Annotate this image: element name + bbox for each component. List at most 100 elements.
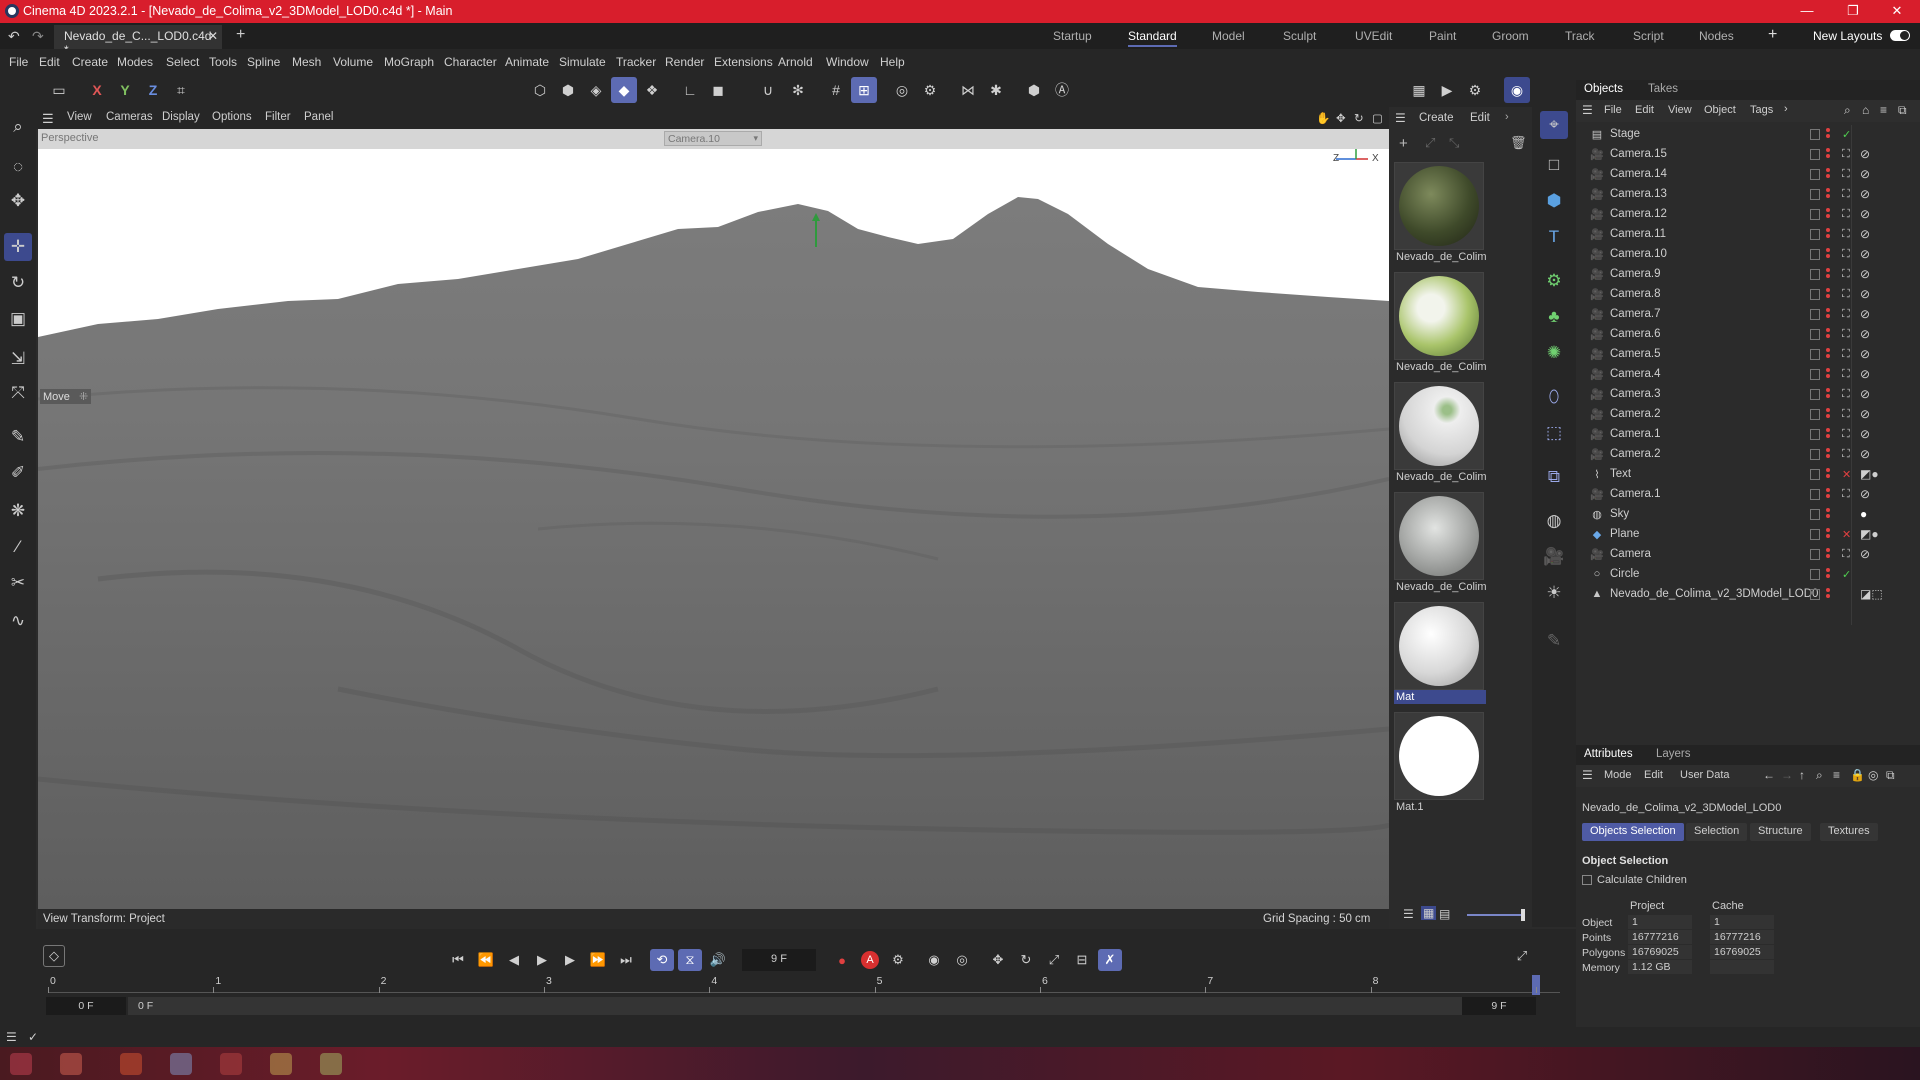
material-tag-icon[interactable]: ◩● <box>1860 527 1879 541</box>
protection-tag-icon[interactable]: ⊘ <box>1860 547 1870 561</box>
pan-view-icon[interactable]: ✋ <box>1316 111 1330 125</box>
axis-z-lock[interactable]: Z <box>140 77 166 103</box>
protection-tag-icon[interactable]: ⊘ <box>1860 287 1870 301</box>
layer-checkbox[interactable] <box>1810 529 1820 540</box>
render-view-icon[interactable]: ▦ <box>1406 77 1432 103</box>
target-icon[interactable]: ⛶ <box>1842 548 1850 561</box>
add-layout-icon[interactable]: + <box>1768 26 1777 44</box>
material-more-icon[interactable]: › <box>1505 111 1509 123</box>
target-icon[interactable]: ⛶ <box>1842 208 1850 221</box>
object-row[interactable]: ▤ Stage ✓ <box>1576 125 1920 145</box>
object-name[interactable]: Camera.11 <box>1610 228 1666 240</box>
menu-character[interactable]: Character <box>444 55 497 69</box>
target-icon[interactable]: ⛶ <box>1842 388 1850 401</box>
layer-checkbox[interactable] <box>1810 429 1820 440</box>
visibility-dots[interactable] <box>1826 248 1830 261</box>
protection-tag-icon[interactable]: ⊘ <box>1860 447 1870 461</box>
new-layouts-button[interactable]: New Layouts <box>1813 29 1882 43</box>
scale-tool-icon[interactable]: ▣ <box>4 305 32 333</box>
visibility-dots[interactable] <box>1826 228 1830 241</box>
target-icon[interactable]: ⛶ <box>1842 268 1850 281</box>
object-row[interactable]: 🎥 Camera.4 ⛶ ⊘ <box>1576 365 1920 385</box>
object-row[interactable]: 🎥 Camera.3 ⛶ ⊘ <box>1576 385 1920 405</box>
generator-icon[interactable]: ⚙ <box>1540 267 1568 295</box>
home-icon[interactable]: ⌂ <box>1862 103 1869 117</box>
go-to-start-icon[interactable]: ⏮ <box>446 949 470 971</box>
object-row[interactable]: ▲ Nevado_de_Colima_v2_3DModel_LOD0 ◪⬚ <box>1576 585 1920 605</box>
previous-key-icon[interactable]: ⏪ <box>474 949 498 971</box>
object-row[interactable]: ◆ Plane ✕ ◩● <box>1576 525 1920 545</box>
subtab-objects-selection[interactable]: Objects Selection <box>1582 823 1684 841</box>
menu-volume[interactable]: Volume <box>333 55 373 69</box>
object-name[interactable]: Camera.6 <box>1610 328 1661 340</box>
material-swatch[interactable]: Nevado_de_Colim <box>1394 492 1486 596</box>
object-row[interactable]: 🎥 Camera.1 ⛶ ⊘ <box>1576 425 1920 445</box>
layer-checkbox[interactable] <box>1810 149 1820 160</box>
viewport-menu-panel[interactable]: Panel <box>304 111 333 123</box>
calculate-children-checkbox[interactable] <box>1582 875 1592 885</box>
visibility-dots[interactable] <box>1826 528 1830 541</box>
subtab-structure[interactable]: Structure <box>1750 823 1811 841</box>
protection-tag-icon[interactable]: ⊘ <box>1860 407 1870 421</box>
menu-arnold[interactable]: Arnold <box>778 55 813 69</box>
render-settings-icon[interactable]: ⚙ <box>917 77 943 103</box>
layout-tab-standard[interactable]: Standard <box>1128 29 1177 47</box>
menu-mesh[interactable]: Mesh <box>292 55 321 69</box>
object-name[interactable]: Camera.1 <box>1610 488 1661 500</box>
texture-mode-icon[interactable]: ❖ <box>639 77 665 103</box>
object-row[interactable]: 🎥 Camera ⛶ ⊘ <box>1576 545 1920 565</box>
visibility-dots[interactable] <box>1826 548 1830 561</box>
object-row[interactable]: 🎥 Camera.10 ⛶ ⊘ <box>1576 245 1920 265</box>
phong-tag-icon[interactable]: ◪⬚ <box>1860 587 1883 601</box>
layout-tab-paint[interactable]: Paint <box>1429 29 1456 43</box>
target-icon[interactable]: ⛶ <box>1842 428 1850 441</box>
back-arrow-icon[interactable]: ← <box>1763 768 1775 782</box>
delete-material-icon[interactable]: 🗑 <box>1510 135 1527 151</box>
maximize-view-icon[interactable]: ▢ <box>1372 111 1383 125</box>
material-swatch[interactable]: Mat <box>1394 602 1486 706</box>
object-row[interactable]: 🎥 Camera.1 ⛶ ⊘ <box>1576 485 1920 505</box>
disabled-x-icon[interactable]: ✕ <box>1842 468 1851 481</box>
object-row[interactable]: 🎥 Camera.15 ⛶ ⊘ <box>1576 145 1920 165</box>
layer-checkbox[interactable] <box>1810 229 1820 240</box>
sky-material-tag-icon[interactable]: ● <box>1860 507 1867 521</box>
menu-modes[interactable]: Modes <box>117 55 153 69</box>
layer-checkbox[interactable] <box>1810 349 1820 360</box>
material-swatch[interactable]: Nevado_de_Colim <box>1394 272 1486 376</box>
layout-tab-uvedit[interactable]: UVEdit <box>1355 29 1392 43</box>
attribute-menu-edit[interactable]: Edit <box>1644 769 1663 781</box>
visibility-dots[interactable] <box>1826 268 1830 281</box>
filter-icon[interactable]: ≡ <box>1880 103 1887 117</box>
protection-tag-icon[interactable]: ⊘ <box>1860 327 1870 341</box>
menu-edit[interactable]: Edit <box>39 55 60 69</box>
sketch-tool-icon[interactable]: ✐ <box>4 459 32 487</box>
viewport-menu-options[interactable]: Options <box>212 111 252 123</box>
model-mode-icon[interactable]: ◆ <box>611 77 637 103</box>
tracer-icon[interactable]: ⧉ <box>1540 463 1568 491</box>
viewport-menu-filter[interactable]: Filter <box>265 111 291 123</box>
attribute-menu-mode[interactable]: Mode <box>1604 769 1632 781</box>
magnet-snap-icon[interactable]: ∪ <box>755 77 781 103</box>
protection-tag-icon[interactable]: ⊘ <box>1860 427 1870 441</box>
object-name[interactable]: Camera.10 <box>1610 248 1667 260</box>
layout-toggle[interactable] <box>1890 30 1910 41</box>
protection-tag-icon[interactable]: ⊘ <box>1860 167 1870 181</box>
target-icon[interactable]: ⛶ <box>1842 228 1850 241</box>
target-icon[interactable]: ⛶ <box>1842 308 1850 321</box>
clapboard-icon[interactable]: ▭ <box>46 77 72 103</box>
enabled-check-icon[interactable]: ✓ <box>1842 128 1851 141</box>
visibility-dots[interactable] <box>1826 508 1830 521</box>
attribute-menu-icon[interactable]: ☰ <box>1582 768 1593 782</box>
subtab-selection[interactable]: Selection <box>1686 823 1748 841</box>
forward-arrow-icon[interactable]: → <box>1781 768 1793 782</box>
list-view-icon[interactable]: ☰ <box>1403 907 1414 921</box>
taskbar-app-icon[interactable] <box>10 1053 32 1075</box>
object-row[interactable]: 🎥 Camera.5 ⛶ ⊘ <box>1576 345 1920 365</box>
cloner-icon[interactable]: ♣ <box>1540 303 1568 331</box>
grid-view-icon[interactable]: ▦ <box>1421 906 1437 920</box>
layer-checkbox[interactable] <box>1810 189 1820 200</box>
target-icon[interactable]: ⛶ <box>1842 448 1850 461</box>
field-icon[interactable]: ⬯ <box>1540 383 1568 411</box>
protection-tag-icon[interactable]: ⊘ <box>1860 227 1870 241</box>
visibility-dots[interactable] <box>1826 368 1830 381</box>
